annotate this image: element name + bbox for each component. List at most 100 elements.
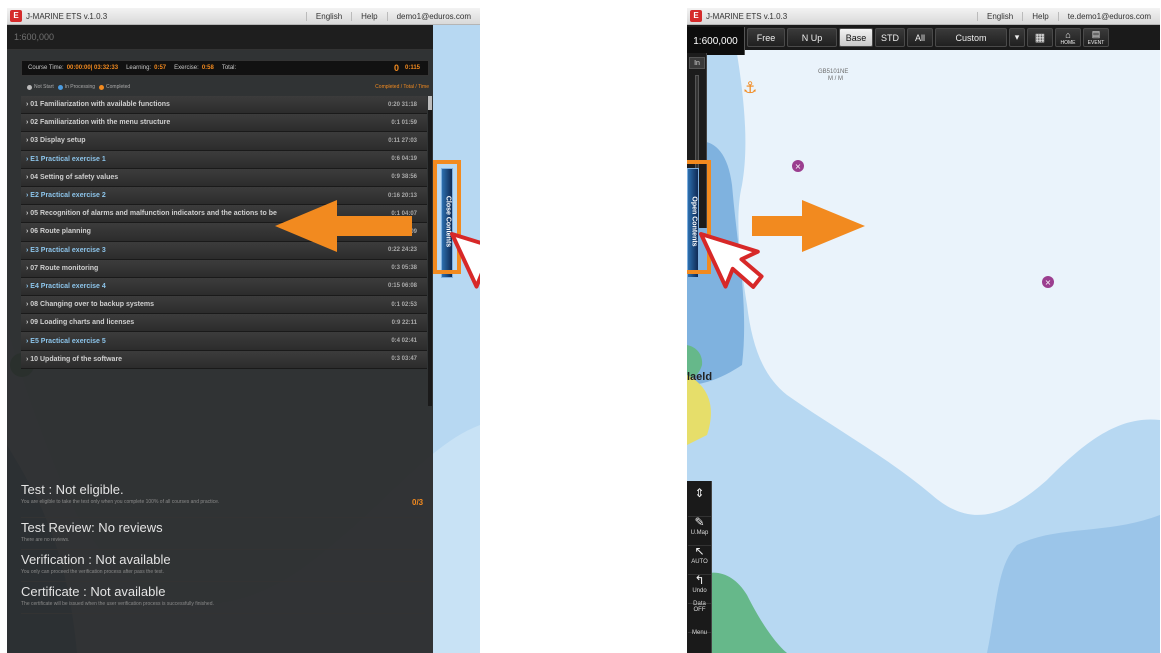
chart-map[interactable]: × × ⚓ GB5101NE M / M laeld — [687, 25, 1160, 653]
anchor-icon: ⚓ — [743, 78, 757, 97]
course-meta: 17:09 — [401, 228, 417, 235]
course-title: › 09 Loading charts and licenses — [26, 319, 135, 327]
course-meta: 0:3 05:38 — [391, 265, 417, 272]
course-title: › 04 Setting of safety values — [26, 173, 119, 181]
course-title: › E5 Practical exercise 5 — [26, 337, 106, 345]
tool-icon: ↖ — [694, 544, 705, 558]
tool-button[interactable]: ✎ U.Map — [688, 514, 711, 546]
test-review-status[interactable]: Test Review: No reviews There are no rev… — [21, 520, 425, 550]
language-link[interactable]: English — [305, 11, 351, 21]
home-button[interactable]: ⌂ HOME — [1055, 28, 1081, 47]
course-list: › 01 Familiarization with available func… — [21, 96, 427, 406]
course-row[interactable]: › E3 Practical exercise 3 0:22 24:23 — [21, 241, 427, 260]
base-button[interactable]: Base — [839, 28, 873, 47]
help-link[interactable]: Help — [1022, 11, 1057, 21]
home-icon: ⌂ — [1065, 29, 1071, 40]
course-title: › E4 Practical exercise 4 — [26, 282, 106, 290]
course-meta: 0:4 02:41 — [391, 338, 417, 345]
course-row[interactable]: › E2 Practical exercise 2 0:16 20:13 — [21, 186, 427, 206]
course-list-scrollbar[interactable] — [428, 96, 432, 406]
svg-text:×: × — [795, 162, 802, 171]
contents-panel: Course Time: 00:00:00| 03:32:33 Learning… — [7, 50, 433, 653]
in-processing-dot-icon — [57, 84, 63, 90]
course-row[interactable]: › 10 Updating of the software 0:3 03:47 — [21, 350, 427, 369]
user-email: te.demo1@eduros.com — [1057, 11, 1160, 21]
scrollbar-thumb[interactable] — [428, 96, 432, 110]
tool-label: AUTO — [691, 559, 708, 565]
tool-button[interactable]: ↖ AUTO — [688, 543, 711, 575]
right-screenshot: E J-MARINE ETS v.1.0.3 English Help te.d… — [687, 8, 1160, 653]
course-meta: 0:9 38:56 — [391, 174, 417, 181]
app-title: J-MARINE ETS v.1.0.3 — [706, 11, 788, 21]
course-row[interactable]: › 06 Route planning 17:09 — [21, 223, 427, 242]
marker-icon: × — [792, 160, 804, 172]
course-meta: 0:6 04:19 — [391, 156, 417, 163]
course-row[interactable]: › E5 Practical exercise 5 0:4 02:41 — [21, 332, 427, 351]
course-meta: 0:20 31:18 — [387, 101, 417, 108]
tool-icon: ↰ — [694, 573, 705, 587]
course-time-value: 00:00:00| 03:32:33 — [66, 65, 119, 71]
highlight-box — [687, 160, 711, 274]
count-total: 0:115 — [404, 65, 420, 71]
learning-value: 0:57 — [154, 65, 167, 71]
course-title: › 02 Familiarization with the menu struc… — [26, 119, 171, 127]
certificate-status[interactable]: Certificate : Not available The certific… — [21, 584, 425, 614]
language-link[interactable]: English — [977, 11, 1022, 21]
zoom-in-button[interactable]: In — [689, 57, 705, 69]
course-title: › E1 Practical exercise 1 — [26, 155, 106, 163]
not-start-dot-icon — [27, 84, 32, 90]
tool-button[interactable]: Menu — [688, 630, 711, 653]
free-button[interactable]: Free — [747, 28, 785, 47]
chart-toolbar: Free N Up Base STD All Custom ▾ ▦ ⌂ HOME … — [687, 25, 1160, 50]
exercise-value: 0:58 — [201, 65, 214, 71]
course-row[interactable]: › 01 Familiarization with available func… — [21, 96, 427, 115]
course-title: › E3 Practical exercise 3 — [26, 246, 106, 254]
course-row[interactable]: › 08 Changing over to backup systems 0:1 … — [21, 296, 427, 315]
north-up-button[interactable]: N Up — [787, 28, 837, 47]
event-icon: ▤ — [1091, 29, 1101, 39]
course-meta: 0:11 27:03 — [388, 137, 417, 144]
course-row[interactable]: › 07 Route monitoring 0:3 05:38 — [21, 259, 427, 278]
course-title: › 10 Updating of the software — [26, 355, 123, 363]
course-title: › 05 Recognition of alarms and malfuncti… — [26, 210, 277, 218]
map-canvas: × × ⚓ GB5101NE M / M laeld — [687, 25, 1160, 653]
tool-button[interactable]: ↰ Undo — [688, 572, 711, 604]
test-status[interactable]: Test : Not eligible. You are eligible to… — [21, 482, 425, 518]
course-title: › 07 Route monitoring — [26, 264, 99, 272]
tool-icon: ✎ — [694, 515, 705, 529]
help-link[interactable]: Help — [351, 11, 386, 21]
course-meta: 0:15 06:08 — [387, 283, 417, 290]
app-logo-icon: E — [690, 10, 702, 22]
course-time-bar: Course Time: 00:00:00| 03:32:33 Learning… — [21, 60, 429, 76]
scale-display[interactable]: 1:600,000 — [687, 27, 745, 55]
count-zero: 0 — [393, 63, 399, 73]
course-title: › 01 Familiarization with available func… — [26, 101, 170, 109]
tool-label: Data OFF — [693, 601, 706, 613]
custom-button[interactable]: Custom — [935, 28, 1007, 47]
dropdown-arrow-icon[interactable]: ▾ — [1009, 28, 1025, 47]
highlight-box — [433, 160, 461, 274]
course-row[interactable]: › 04 Setting of safety values 0:9 38:56 — [21, 168, 427, 187]
course-row[interactable]: › 05 Recognition of alarms and malfuncti… — [21, 205, 427, 224]
status-legend: Not Start In Processing Completed Comple… — [27, 84, 429, 90]
course-row[interactable]: › 02 Familiarization with the menu struc… — [21, 114, 427, 133]
course-meta: 0:22 24:23 — [387, 247, 417, 254]
title-bar: E J-MARINE ETS v.1.0.3 English Help te.d… — [687, 8, 1160, 25]
course-row[interactable]: › E4 Practical exercise 4 0:15 06:08 — [21, 277, 427, 297]
tool-label: Menu — [691, 630, 707, 636]
course-meta: 0:9 22:11 — [391, 319, 417, 326]
tool-button[interactable]: Data OFF — [688, 601, 711, 633]
course-row[interactable]: › 03 Display setup 0:11 27:03 — [21, 132, 427, 151]
verification-status[interactable]: Verification : Not available You only ca… — [21, 552, 425, 582]
all-button[interactable]: All — [907, 28, 933, 47]
course-title: › E2 Practical exercise 2 — [26, 192, 106, 200]
tool-button[interactable]: ⇕ — [688, 485, 711, 517]
std-button[interactable]: STD — [875, 28, 905, 47]
course-row[interactable]: › E1 Practical exercise 1 0:6 04:19 — [21, 150, 427, 169]
course-row[interactable]: › 09 Loading charts and licenses 0:9 22:1… — [21, 314, 427, 333]
map-icon[interactable]: ▦ — [1027, 28, 1053, 47]
event-button[interactable]: ▤ EVENT — [1083, 28, 1109, 47]
svg-text:×: × — [1045, 278, 1052, 287]
marker-icon: × — [1042, 276, 1054, 288]
tool-label: U.Map — [690, 530, 709, 536]
